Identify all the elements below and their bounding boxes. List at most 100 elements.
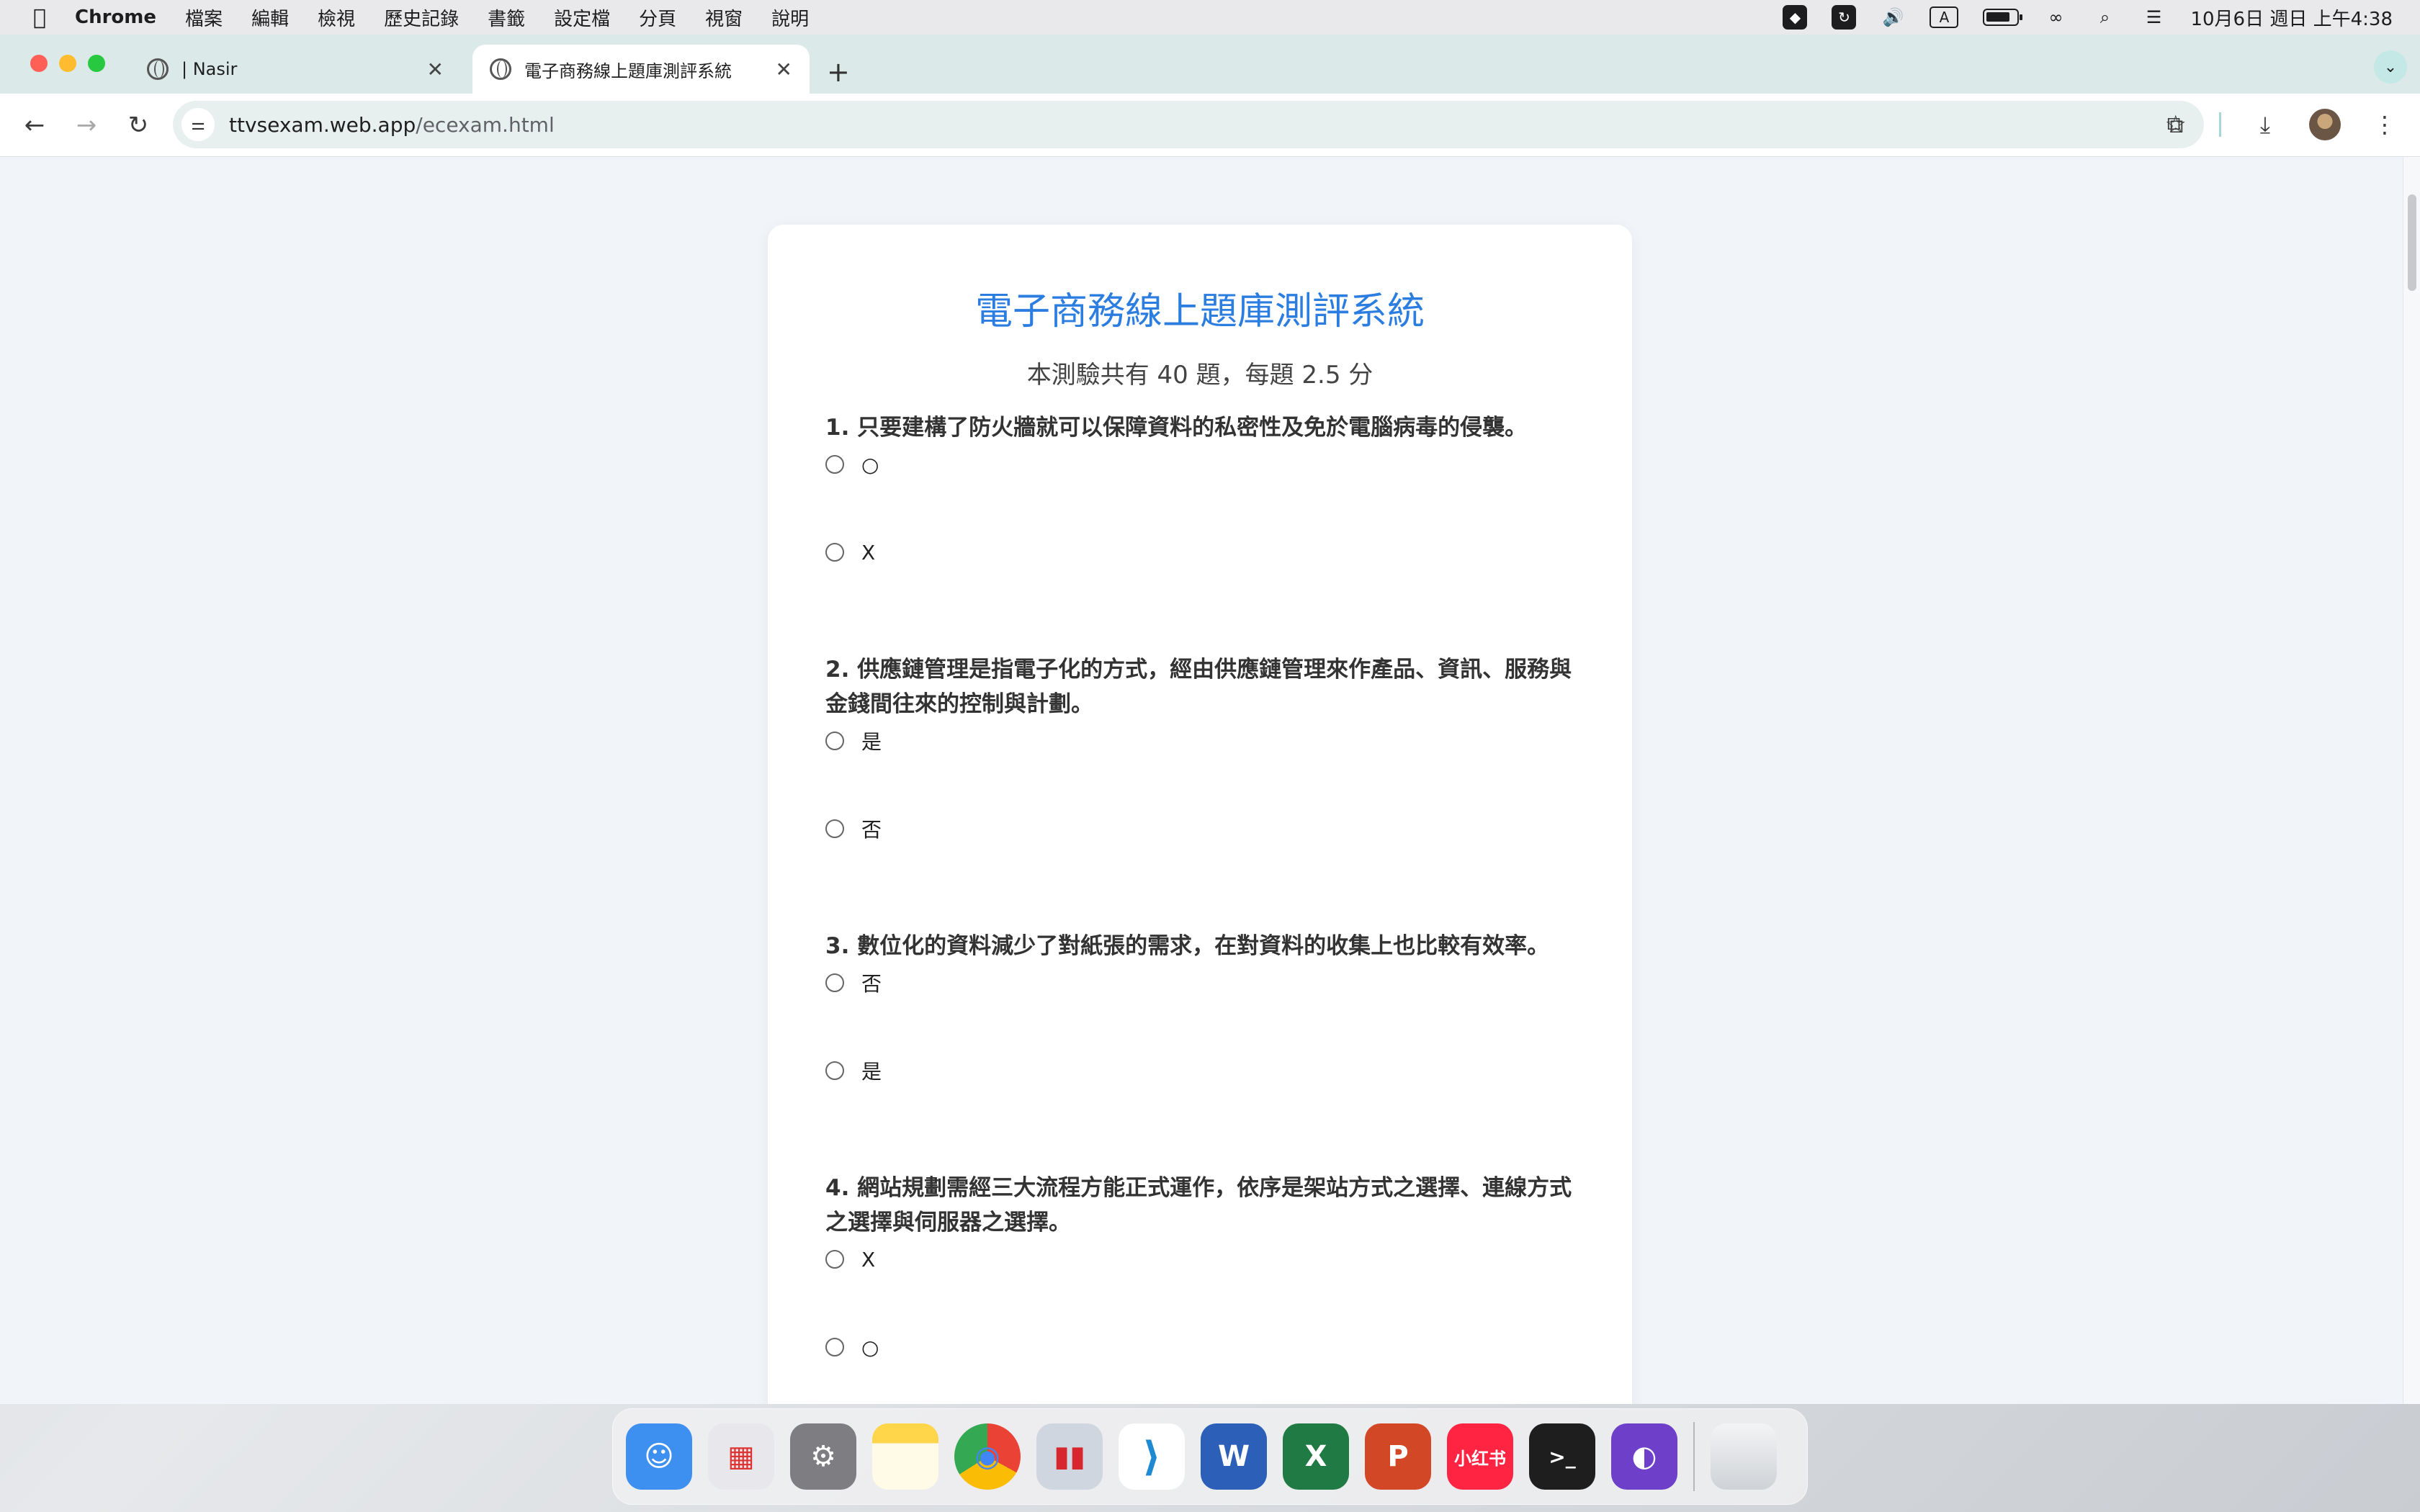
spotlight-search-icon[interactable]: ⌕ [2092,6,2117,28]
option-label: ○ [861,1335,879,1359]
maximize-window-button[interactable] [88,55,105,72]
question-3: 3. 數位化的資料減少了對紙張的需求，在對資料的收集上也比較有效率。 否 是 [825,929,1574,1139]
question-1: 1. 只要建構了防火牆就可以保障資料的私密性及免於電腦病毒的侵襲。 ○ X [825,410,1574,621]
more-menu-icon[interactable]: ⋮ [2365,105,2404,144]
close-window-button[interactable] [30,55,48,72]
launchpad-icon[interactable]: ▦ [708,1423,774,1490]
answer-option[interactable]: X [825,1240,1574,1279]
site-info-icon[interactable]: ⚌ [182,108,215,141]
radio-button[interactable] [825,1061,844,1080]
dock: ☺ ▦ ⚙ ◉ ▮▮ ⟩ W X P 小红书 >_ ◐ [612,1408,1808,1505]
url-path: /ecexam.html [416,112,555,137]
question-2: 2. 供應鏈管理是指電子化的方式，經由供應鏈管理來作產品、資訊、服務與金錢間往來… [825,652,1574,897]
radio-button[interactable] [825,455,844,474]
menu-history[interactable]: 歷史記錄 [384,4,459,31]
menu-bar:  Chrome 檔案 編輯 檢視 歷史記錄 書籤 設定檔 分頁 視窗 說明 ◆… [0,0,2420,35]
menu-file[interactable]: 檔案 [185,4,223,31]
browser-toolbar: ← → ↻ ⚌ ttvsexam.web.app/ecexam.html ☆ ⧉… [0,94,2420,157]
address-bar[interactable]: ⚌ ttvsexam.web.app/ecexam.html ☆ [173,101,2204,148]
github-desktop-icon[interactable]: ◐ [1611,1423,1677,1490]
question-text: 2. 供應鏈管理是指電子化的方式，經由供應鏈管理來作產品、資訊、服務與金錢間往來… [825,657,1572,717]
option-label: 是 [861,730,882,754]
url-text[interactable]: ttvsexam.web.app/ecexam.html [229,113,555,137]
status-app-icon[interactable]: ◆ [1783,5,1808,30]
back-arrow-icon[interactable]: ← [16,107,53,144]
answer-option[interactable]: X [825,533,1574,572]
answer-option[interactable]: ○ [825,1328,1574,1367]
menu-view[interactable]: 檢視 [318,4,355,31]
close-tab-icon[interactable]: ✕ [776,58,792,81]
exam-subtitle: 本測驗共有 40 題，每題 2.5 分 [1026,361,1373,390]
close-tab-icon[interactable]: ✕ [427,58,444,81]
option-label: X [861,540,876,564]
question-4: 4. 網站規劃需經三大流程方能正式運作，依序是架站方式之選擇、連線方式之選擇與伺… [825,1171,1574,1404]
answer-option[interactable]: 是 [825,721,1574,760]
page-title: 電子商務線上題庫測評系統 [974,290,1425,333]
radio-button[interactable] [825,819,844,838]
excel-icon[interactable]: X [1283,1423,1349,1490]
chrome-icon[interactable]: ◉ [954,1423,1021,1490]
radio-button[interactable] [825,543,844,562]
screen-mirroring-icon[interactable]: ∞ [2043,6,2068,28]
tab-title: 電子商務線上題庫測評系統 [524,60,732,81]
answer-option[interactable]: 是 [825,1051,1574,1090]
menu-help[interactable]: 說明 [771,4,809,31]
tab-search-chevron-icon[interactable]: ⌄ [2374,50,2407,84]
exam-card: 電子商務線上題庫測評系統 本測驗共有 40 題，每題 2.5 分 1. 只要建構… [768,225,1632,1404]
new-tab-button[interactable]: + [827,56,850,88]
menu-bookmarks[interactable]: 書籤 [488,4,525,31]
question-text: 4. 網站規劃需經三大流程方能正式運作，依序是架站方式之選擇、連線方式之選擇與伺… [825,1175,1572,1236]
status-sync-icon[interactable]: ↻ [1832,5,1857,30]
menu-profiles[interactable]: 設定檔 [554,4,610,31]
radio-button[interactable] [825,973,844,992]
extensions-puzzle-icon[interactable]: ⧉ [2156,105,2195,144]
xiaohongshu-icon[interactable]: 小红书 [1447,1423,1513,1490]
answer-option[interactable]: 否 [825,963,1574,1002]
radio-button[interactable] [825,732,844,750]
tab-nasir[interactable]: | Nasir ✕ [130,45,461,94]
radio-button[interactable] [825,1250,844,1269]
control-center-icon[interactable]: ☰ [2141,6,2166,28]
menu-edit[interactable]: 編輯 [251,4,289,31]
page-scrollbar[interactable] [2403,157,2420,1404]
radio-button[interactable] [825,1338,844,1356]
notes-icon[interactable] [872,1423,938,1490]
dock-divider [1693,1422,1695,1491]
system-settings-icon[interactable]: ⚙ [790,1423,856,1490]
profile-avatar[interactable] [2309,109,2341,140]
parallels-icon[interactable]: ▮▮ [1036,1423,1103,1490]
toolbar-divider [2219,112,2221,137]
globe-icon [147,58,169,80]
globe-icon [490,58,511,80]
scrollbar-thumb[interactable] [2408,194,2416,291]
option-label: 否 [861,818,882,842]
reload-icon[interactable]: ↻ [120,107,157,144]
finder-icon[interactable]: ☺ [626,1423,692,1490]
volume-icon[interactable]: 🔊 [1881,6,1905,28]
tab-ecexam[interactable]: 電子商務線上題庫測評系統 ✕ [472,45,810,94]
forward-arrow-icon[interactable]: → [68,107,105,144]
option-label: 是 [861,1060,882,1084]
trash-icon[interactable] [1711,1423,1777,1490]
download-icon[interactable]: ⤓ [2246,105,2285,144]
word-icon[interactable]: W [1201,1423,1267,1490]
input-source-indicator[interactable]: A [1930,6,1959,28]
apple-menu-icon[interactable]:  [27,5,52,30]
menu-clock[interactable]: 10月6日 週日 上午4:38 [2190,4,2393,31]
answer-option[interactable]: ○ [825,445,1574,484]
terminal-icon[interactable]: >_ [1529,1423,1595,1490]
answer-option[interactable]: 否 [825,809,1574,848]
question-text: 3. 數位化的資料減少了對紙張的需求，在對資料的收集上也比較有效率。 [825,933,1550,959]
menu-window[interactable]: 視窗 [705,4,743,31]
page-viewport: 電子商務線上題庫測評系統 本測驗共有 40 題，每題 2.5 分 1. 只要建構… [0,157,2403,1404]
minimize-window-button[interactable] [59,55,76,72]
vscode-icon[interactable]: ⟩ [1119,1423,1185,1490]
url-host: ttvsexam.web.app [229,112,416,137]
menu-app-name[interactable]: Chrome [75,6,156,28]
tab-title: | Nasir [182,59,238,79]
option-label: X [861,1247,876,1272]
option-label: 否 [861,972,882,996]
menu-tab[interactable]: 分頁 [639,4,676,31]
powerpoint-icon[interactable]: P [1365,1423,1431,1490]
battery-icon[interactable] [1983,9,2023,26]
